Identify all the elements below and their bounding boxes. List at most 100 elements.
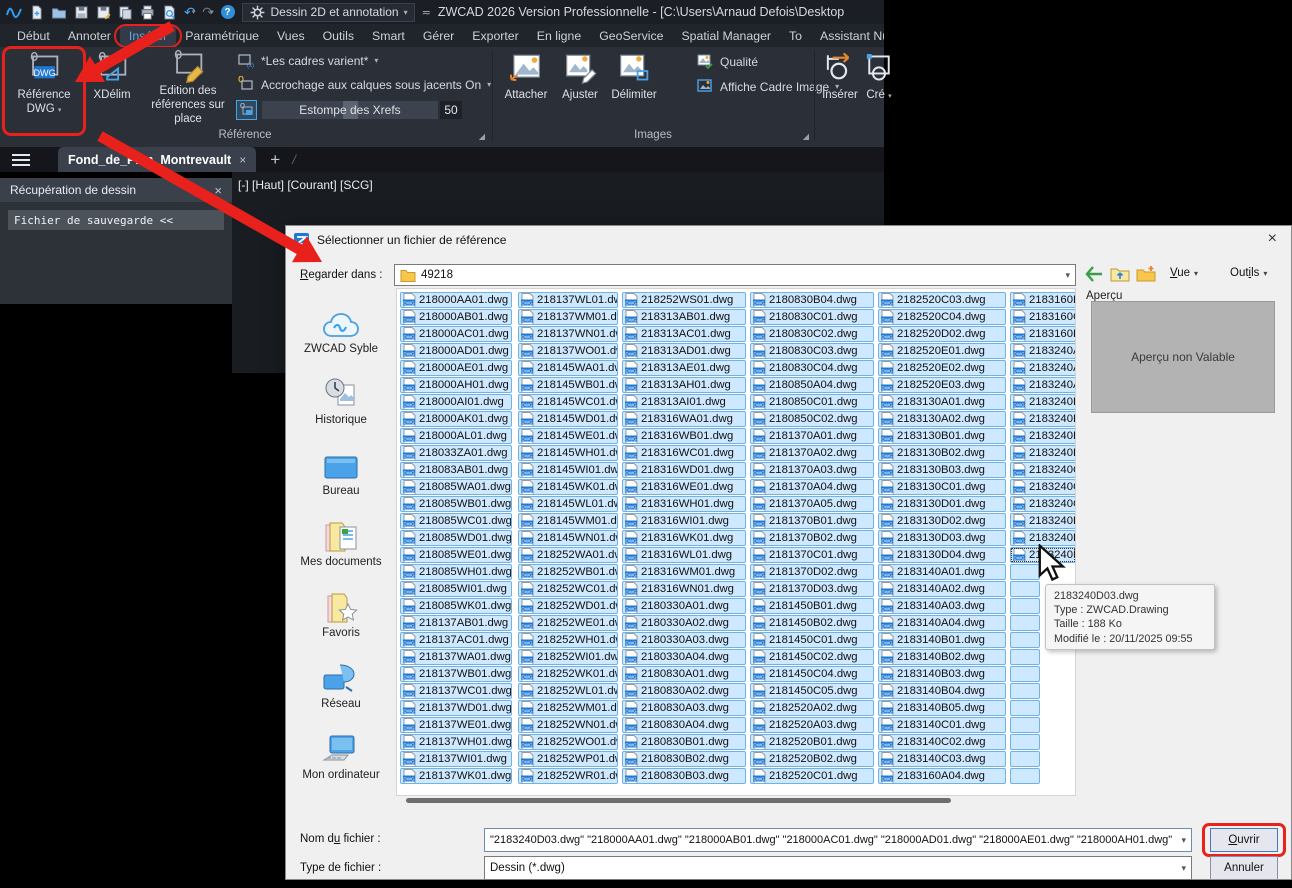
- tools-menu-button[interactable]: Outils ▾: [1230, 267, 1267, 279]
- file-item[interactable]: DWG218137WA01.dwg: [400, 649, 512, 665]
- file-item[interactable]: DWG218085WK01.dwg: [400, 598, 512, 614]
- file-item[interactable]: DWG218137WD01.dwg: [400, 700, 512, 716]
- file-item[interactable]: DWG218085WH01.dwg: [400, 564, 512, 580]
- file-item[interactable]: DWG2180850C01.dwg: [750, 394, 874, 410]
- file-item[interactable]: DWG218137AC01.dwg: [400, 632, 512, 648]
- file-item[interactable]: DWG2180830C01.dwg: [750, 309, 874, 325]
- file-item[interactable]: DWG218252WN01.dwg: [518, 717, 618, 733]
- edit-reference-in-place-button[interactable]: Edition des références sur place: [140, 48, 236, 126]
- file-item[interactable]: DWG218316WI01.dwg: [622, 513, 746, 529]
- file-item[interactable]: DWG218313AH01.dwg: [622, 377, 746, 393]
- file-item[interactable]: DWG218137WH01.dwg: [400, 734, 512, 750]
- file-item[interactable]: DWG218000AC01.dwg: [400, 326, 512, 342]
- file-item[interactable]: DWG218000AI01.dwg: [400, 394, 512, 410]
- preview-icon[interactable]: [162, 4, 177, 20]
- tab-ins-rer[interactable]: Insérer: [120, 26, 176, 46]
- file-item-partial[interactable]: [1010, 751, 1040, 767]
- file-item[interactable]: DWG218085WE01.dwg: [400, 547, 512, 563]
- file-item[interactable]: DWG218145WM01.dwg: [518, 513, 618, 529]
- file-item[interactable]: DWG2183240C: [1010, 496, 1076, 512]
- file-item[interactable]: DWG218085WI01.dwg: [400, 581, 512, 597]
- document-tab[interactable]: Fond_de_Plan_Montrevault ×: [58, 147, 256, 172]
- close-icon[interactable]: ×: [214, 183, 222, 198]
- underlay-layer-snap-dropdown[interactable]: Accrochage aux calques sous jacents On ▾: [238, 76, 491, 93]
- file-item[interactable]: DWG218137AB01.dwg: [400, 615, 512, 631]
- file-item[interactable]: DWG218145WE01.dwg: [518, 428, 618, 444]
- file-item[interactable]: DWG2183160C: [1010, 309, 1076, 325]
- file-item[interactable]: DWG218145WH01.dwg: [518, 445, 618, 461]
- file-item-partial[interactable]: [1010, 666, 1040, 682]
- file-item[interactable]: DWG2182520C04.dwg: [878, 309, 1006, 325]
- file-item[interactable]: DWG2181450C02.dwg: [750, 649, 874, 665]
- look-in-combobox[interactable]: 49218 ▾: [394, 264, 1076, 286]
- file-item-partial[interactable]: [1010, 615, 1040, 631]
- file-item[interactable]: DWG2183140A04.dwg: [878, 615, 1006, 631]
- file-item[interactable]: DWG2181370B02.dwg: [750, 530, 874, 546]
- file-name-combobox[interactable]: "2183240D03.dwg" "218000AA01.dwg" "21800…: [484, 828, 1192, 852]
- place-bureau[interactable]: Bureau: [294, 446, 388, 497]
- file-item[interactable]: DWG2180330A02.dwg: [622, 615, 746, 631]
- file-item[interactable]: DWG218316WL01.dwg: [622, 547, 746, 563]
- file-item[interactable]: DWG218137WO01.dwg: [518, 343, 618, 359]
- file-item[interactable]: DWG218145WN01.dwg: [518, 530, 618, 546]
- file-item[interactable]: DWG2180330A01.dwg: [622, 598, 746, 614]
- file-item[interactable]: DWG2182520C01.dwg: [750, 768, 874, 784]
- zwcad-logo-icon[interactable]: [6, 4, 22, 20]
- file-item[interactable]: DWG2182520D02.dwg: [878, 326, 1006, 342]
- file-item[interactable]: DWG218252WE01.dwg: [518, 615, 618, 631]
- xref-frames-dropdown[interactable]: (x) *Les cadres varient* ▾: [238, 52, 378, 69]
- file-item[interactable]: DWG2183130A02.dwg: [878, 411, 1006, 427]
- file-item[interactable]: DWG218137WK01.dwg: [400, 768, 512, 784]
- tab-param-trique[interactable]: Paramétrique: [176, 26, 268, 46]
- file-item[interactable]: DWG2183140B04.dwg: [878, 683, 1006, 699]
- new-tab-button[interactable]: +: [270, 150, 280, 170]
- tab-vues[interactable]: Vues: [268, 26, 314, 46]
- file-item[interactable]: DWG218145WA01.dwg: [518, 360, 618, 376]
- file-item[interactable]: DWG2183140A01.dwg: [878, 564, 1006, 580]
- file-item[interactable]: DWG2182520E01.dwg: [878, 343, 1006, 359]
- file-item[interactable]: DWG2181450C05.dwg: [750, 683, 874, 699]
- file-item[interactable]: DWG218252WK01.dwg: [518, 666, 618, 682]
- file-item-partial[interactable]: [1010, 632, 1040, 648]
- file-item[interactable]: DWG2183240B: [1010, 411, 1076, 427]
- file-item-partial[interactable]: [1010, 717, 1040, 733]
- file-item[interactable]: DWG2183140C01.dwg: [878, 717, 1006, 733]
- create-block-button[interactable]: Cré ▾: [864, 48, 894, 126]
- file-item[interactable]: DWG2181370C01.dwg: [750, 547, 874, 563]
- panel-expand-icon[interactable]: [802, 133, 809, 140]
- file-item[interactable]: DWG218145WD01.dwg: [518, 411, 618, 427]
- file-item[interactable]: DWG218137WB01.dwg: [400, 666, 512, 682]
- file-item[interactable]: DWG2181370D02.dwg: [750, 564, 874, 580]
- file-item[interactable]: DWG2183130B02.dwg: [878, 445, 1006, 461]
- file-item-partial[interactable]: [1010, 768, 1040, 784]
- file-item[interactable]: DWG218252WA01.dwg: [518, 547, 618, 563]
- file-item[interactable]: DWG2183240A: [1010, 377, 1076, 393]
- redo-icon[interactable]: ↷▾: [202, 4, 213, 20]
- file-item[interactable]: DWG2183140B03.dwg: [878, 666, 1006, 682]
- file-item[interactable]: DWG2181370A02.dwg: [750, 445, 874, 461]
- menu-hamburger-icon[interactable]: [12, 154, 30, 166]
- file-item[interactable]: DWG2183140B05.dwg: [878, 700, 1006, 716]
- place-zwcad-syble[interactable]: ZWCAD Syble: [294, 304, 388, 355]
- file-item[interactable]: DWG2180830A02.dwg: [622, 683, 746, 699]
- xdelim-button[interactable]: XDélim: [86, 48, 138, 126]
- file-item[interactable]: DWG2181370A05.dwg: [750, 496, 874, 512]
- file-item[interactable]: DWG2180330A04.dwg: [622, 649, 746, 665]
- file-item[interactable]: DWG2183130A01.dwg: [878, 394, 1006, 410]
- file-item[interactable]: DWG2183130D03.dwg: [878, 530, 1006, 546]
- file-item[interactable]: DWG218000AB01.dwg: [400, 309, 512, 325]
- file-item[interactable]: DWG2183130D01.dwg: [878, 496, 1006, 512]
- close-icon[interactable]: ×: [1268, 231, 1277, 247]
- place-historique[interactable]: Historique: [294, 375, 388, 426]
- file-item[interactable]: DWG218316WN01.dwg: [622, 581, 746, 597]
- file-item[interactable]: DWG2180850A04.dwg: [750, 377, 874, 393]
- tab-assistant-nua[interactable]: Assistant Nua: [811, 26, 884, 46]
- file-item[interactable]: DWG218316WA01.dwg: [622, 411, 746, 427]
- file-item[interactable]: DWG2183160D: [1010, 326, 1076, 342]
- tab-smart[interactable]: Smart: [363, 26, 414, 46]
- image-quality-button[interactable]: Qualité: [697, 53, 758, 70]
- file-item[interactable]: DWG2182520C03.dwg: [878, 292, 1006, 308]
- attach-image-button[interactable]: Attacher: [498, 48, 554, 126]
- file-item[interactable]: DWG2180830A03.dwg: [622, 700, 746, 716]
- file-item[interactable]: DWG218313AI01.dwg: [622, 394, 746, 410]
